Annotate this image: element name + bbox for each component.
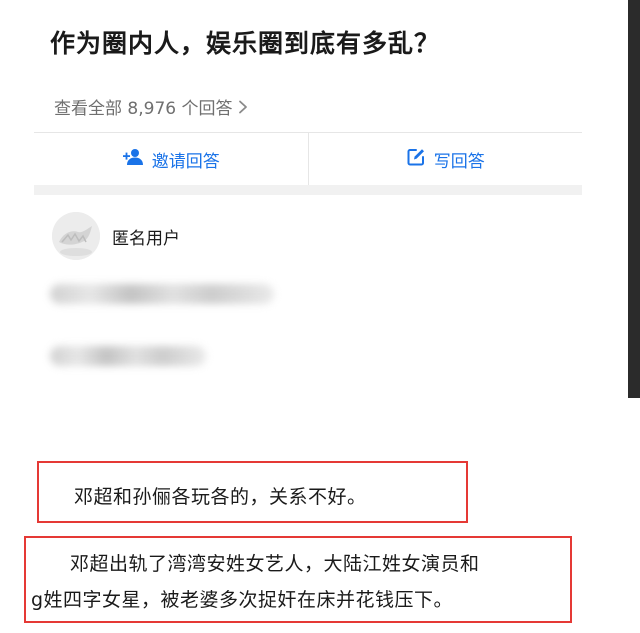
- question-title: 作为圈内人，娱乐圈到底有多乱？: [50, 29, 441, 58]
- highlighted-text-line: 邓超出轨了湾湾安姓女艺人，大陆江姓女演员和: [70, 553, 480, 575]
- view-all-label: 查看全部 8,976 个回答: [54, 99, 233, 119]
- highlighted-text-line: g姓四字女星，被老婆多次捉奸在床并花钱压下。: [31, 589, 454, 611]
- edit-icon: [406, 147, 426, 172]
- answer-author: 匿名用户: [52, 212, 180, 260]
- invite-answer-label: 邀请回答: [151, 151, 220, 172]
- write-answer-button[interactable]: 写回答: [309, 133, 583, 185]
- anonymous-avatar-icon: [52, 212, 100, 260]
- author-name: 匿名用户: [112, 228, 180, 249]
- chevron-right-icon: [238, 100, 248, 114]
- write-answer-label: 写回答: [433, 151, 485, 172]
- add-person-icon: [122, 148, 144, 171]
- highlighted-text-box: 邓超出轨了湾湾安姓女艺人，大陆江姓女演员和 g姓四字女星，被老婆多次捉奸在床并花…: [24, 536, 572, 623]
- highlighted-text: 邓超和孙俪各玩各的，关系不好。: [74, 486, 367, 508]
- section-spacer: [34, 185, 582, 195]
- invite-answer-button[interactable]: 邀请回答: [34, 133, 308, 185]
- view-all-answers-link[interactable]: 查看全部 8,976 个回答: [54, 94, 248, 119]
- blurred-text-line: [50, 284, 274, 304]
- avatar[interactable]: [52, 212, 100, 260]
- answer-page: 作为圈内人，娱乐圈到底有多乱？ 查看全部 8,976 个回答 邀请回答 写回答 …: [0, 0, 640, 633]
- answer-action-bar: 邀请回答 写回答: [34, 133, 582, 185]
- highlighted-text-box: 邓超和孙俪各玩各的，关系不好。: [37, 461, 468, 523]
- screen-edge-bar: [628, 0, 640, 398]
- blurred-text-line: [50, 346, 206, 366]
